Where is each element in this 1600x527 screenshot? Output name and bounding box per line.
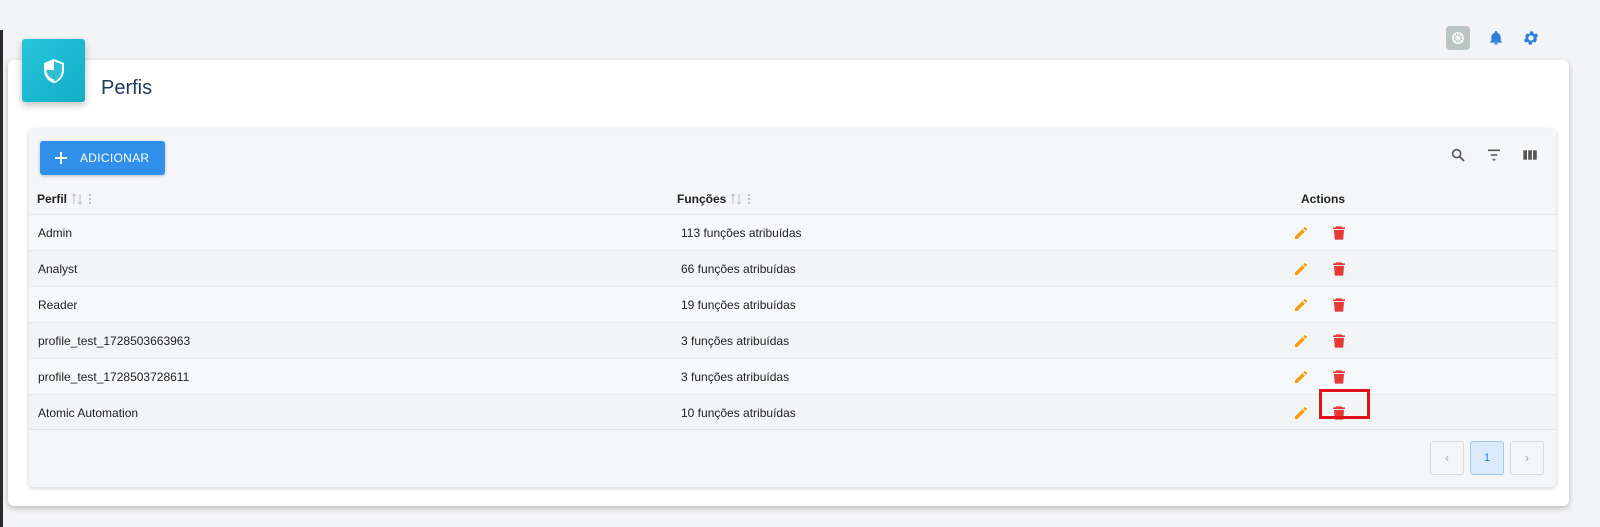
column-header-actions: Actions bbox=[1301, 192, 1346, 206]
search-icon[interactable] bbox=[1449, 146, 1467, 164]
table-body: Admin 113 funções atribuídas Analyst 66 … bbox=[29, 214, 1556, 430]
column-header-perfil-label: Perfil bbox=[37, 192, 68, 206]
table-toolbar: ADICIONAR bbox=[29, 129, 1556, 185]
window-edge bbox=[0, 30, 3, 527]
table-row: Admin 113 funções atribuídas bbox=[29, 214, 1556, 250]
highlight-box bbox=[1319, 389, 1370, 419]
column-header-perfil[interactable]: Perfil bbox=[37, 192, 93, 206]
row-actions bbox=[1291, 223, 1349, 243]
table-row: Analyst 66 funções atribuídas bbox=[29, 250, 1556, 286]
column-menu-icon[interactable] bbox=[87, 192, 93, 206]
cell-funcoes: 66 funções atribuídas bbox=[681, 261, 796, 276]
ai-assistant-icon[interactable] bbox=[1446, 26, 1470, 50]
trash-icon[interactable] bbox=[1329, 331, 1349, 351]
table-row: profile_test_1728503663963 3 funções atr… bbox=[29, 322, 1556, 358]
sort-icon[interactable] bbox=[71, 192, 83, 206]
sort-icon[interactable] bbox=[730, 192, 742, 206]
trash-icon[interactable] bbox=[1329, 367, 1349, 387]
pagination-prev-button[interactable]: ‹ bbox=[1430, 441, 1464, 475]
edit-icon[interactable] bbox=[1291, 403, 1311, 423]
plus-icon bbox=[55, 152, 67, 164]
trash-icon[interactable] bbox=[1329, 259, 1349, 279]
column-header-funcoes-label: Funções bbox=[677, 192, 727, 206]
add-button[interactable]: ADICIONAR bbox=[40, 141, 165, 175]
profiles-table-panel: ADICIONAR Perfil Funções Actions Admin 1… bbox=[29, 129, 1556, 487]
pagination-next-button[interactable]: › bbox=[1510, 441, 1544, 475]
cell-funcoes: 19 funções atribuídas bbox=[681, 297, 796, 312]
table-header: Perfil Funções Actions bbox=[29, 185, 1556, 213]
cell-perfil: Reader bbox=[38, 297, 78, 312]
edit-icon[interactable] bbox=[1291, 367, 1311, 387]
row-actions bbox=[1291, 295, 1349, 315]
page-title: Perfis bbox=[101, 77, 153, 99]
row-actions bbox=[1291, 331, 1349, 351]
cell-funcoes: 3 funções atribuídas bbox=[681, 369, 790, 384]
trash-icon[interactable] bbox=[1329, 295, 1349, 315]
top-bar-icons bbox=[1446, 26, 1540, 50]
row-actions bbox=[1291, 259, 1349, 279]
shield-icon bbox=[43, 58, 64, 83]
table-row: Reader 19 funções atribuídas bbox=[29, 286, 1556, 322]
cell-perfil: Admin bbox=[38, 225, 73, 240]
edit-icon[interactable] bbox=[1291, 295, 1311, 315]
edit-icon[interactable] bbox=[1291, 331, 1311, 351]
cell-funcoes: 113 funções atribuídas bbox=[681, 225, 802, 240]
table-row: Atomic Automation 10 funções atribuídas bbox=[29, 389, 1556, 430]
filter-icon[interactable] bbox=[1485, 146, 1503, 164]
cell-perfil: profile_test_1728503663963 bbox=[38, 333, 191, 348]
cell-perfil: Analyst bbox=[38, 261, 78, 276]
add-button-label: ADICIONAR bbox=[80, 151, 150, 165]
cell-funcoes: 10 funções atribuídas bbox=[681, 405, 796, 420]
pagination-page-1[interactable]: 1 bbox=[1470, 441, 1504, 475]
row-actions bbox=[1291, 367, 1349, 387]
cell-perfil: Atomic Automation bbox=[38, 405, 139, 420]
gear-icon[interactable] bbox=[1522, 29, 1540, 47]
table-tool-icons bbox=[1449, 146, 1539, 164]
trash-icon[interactable] bbox=[1329, 223, 1349, 243]
columns-icon[interactable] bbox=[1521, 146, 1539, 164]
header-badge bbox=[22, 39, 85, 102]
column-menu-icon[interactable] bbox=[746, 192, 752, 206]
profiles-card: Perfis ADICIONAR Perfil Funções Actions … bbox=[8, 39, 1569, 506]
pagination: ‹ 1 › bbox=[1430, 441, 1544, 475]
profiles-table: Perfil Funções Actions Admin 113 funções… bbox=[29, 185, 1556, 430]
cell-perfil: profile_test_1728503728611 bbox=[38, 369, 190, 384]
bell-icon[interactable] bbox=[1488, 29, 1504, 47]
column-header-funcoes[interactable]: Funções bbox=[677, 192, 752, 206]
cell-funcoes: 3 funções atribuídas bbox=[681, 333, 790, 348]
edit-icon[interactable] bbox=[1291, 259, 1311, 279]
edit-icon[interactable] bbox=[1291, 223, 1311, 243]
table-footer: ‹ 1 › bbox=[29, 429, 1556, 487]
